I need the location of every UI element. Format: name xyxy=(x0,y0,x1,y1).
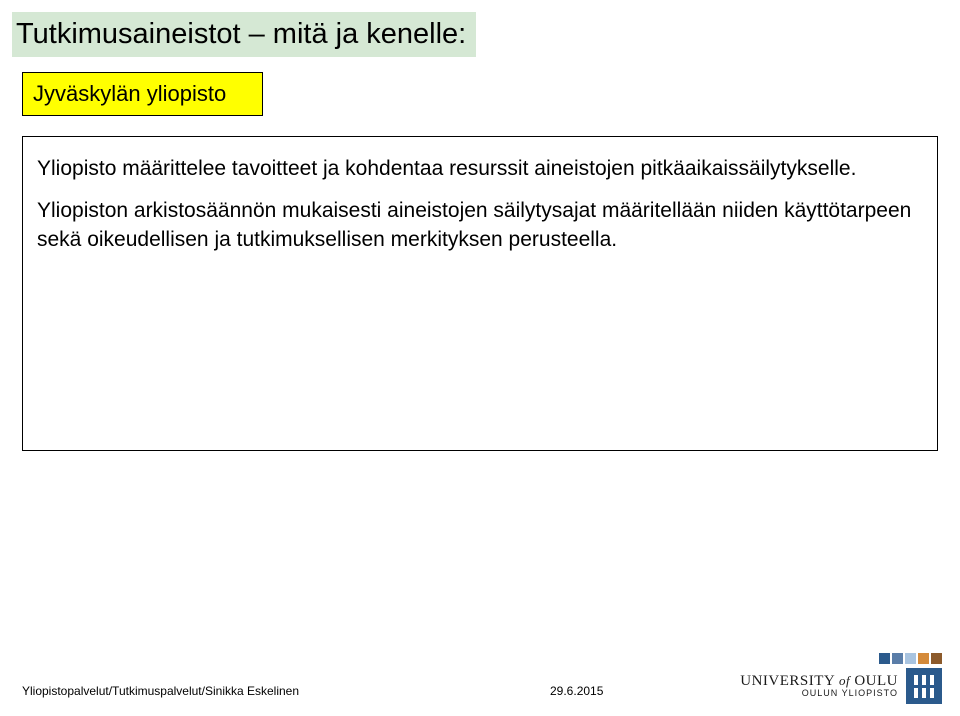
decor-square xyxy=(892,653,903,664)
logo-line1-b: OULU xyxy=(854,673,898,689)
content-box: Yliopisto määrittelee tavoitteet ja kohd… xyxy=(22,136,938,451)
slide-title: Tutkimusaineistot – mitä ja kenelle: xyxy=(12,12,476,57)
logo-line2: OULUN YLIOPISTO xyxy=(740,689,898,699)
footer-date: 29.6.2015 xyxy=(550,684,603,698)
decor-square xyxy=(879,653,890,664)
logo-text: UNIVERSITY of OULU OULUN YLIOPISTO xyxy=(740,673,898,699)
university-logo: UNIVERSITY of OULU OULUN YLIOPISTO xyxy=(740,668,942,704)
content-paragraph-1: Yliopisto määrittelee tavoitteet ja kohd… xyxy=(37,155,923,183)
logo-mark-icon xyxy=(906,668,942,704)
slide-subtitle: Jyväskylän yliopisto xyxy=(22,72,263,116)
decor-square xyxy=(931,653,942,664)
content-paragraph-2: Yliopiston arkistosäännön mukaisesti ain… xyxy=(37,197,923,254)
footer-left-text: Yliopistopalvelut/Tutkimuspalvelut/Sinik… xyxy=(22,684,299,698)
decorative-color-squares xyxy=(879,653,942,664)
logo-line1-a: UNIVERSITY xyxy=(740,673,834,689)
logo-line1-of: of xyxy=(839,673,850,688)
decor-square xyxy=(905,653,916,664)
decor-square xyxy=(918,653,929,664)
slide: Tutkimusaineistot – mitä ja kenelle: Jyv… xyxy=(0,0,960,716)
